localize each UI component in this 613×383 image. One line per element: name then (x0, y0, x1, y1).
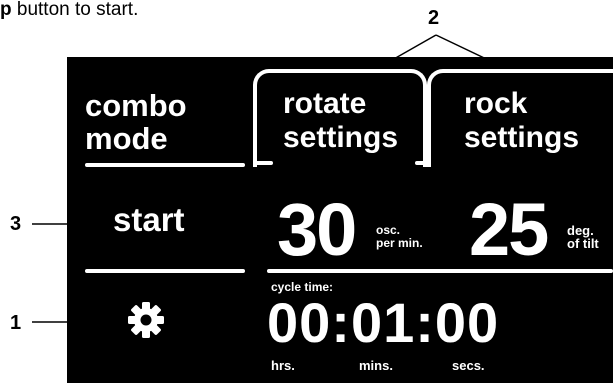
caption-bold: p (0, 0, 12, 20)
hrs-label: hrs. (271, 358, 295, 373)
caption-rest: button to start. (11, 0, 139, 20)
callout-3: 3 (10, 213, 22, 235)
rotate-tab-base (253, 161, 273, 165)
start-label: start (113, 201, 185, 238)
rotate-unit-line2: per min. (376, 236, 423, 250)
settings-button[interactable] (127, 301, 165, 339)
caption-text: p button to start. (0, 0, 138, 19)
cycle-time-value[interactable]: 00:01:00 (267, 295, 499, 351)
combo-mode-line1: combo (85, 88, 187, 123)
rotate-settings-line1: rotate (283, 87, 367, 120)
rotate-unit-line1: osc. (376, 223, 401, 237)
gear-icon (128, 302, 164, 338)
mins-label: mins. (359, 358, 393, 373)
values-divider (267, 269, 613, 273)
tabs-joint (415, 161, 431, 165)
secs-label: secs. (452, 358, 485, 373)
rock-unit-line2: of tilt (567, 236, 599, 251)
callout-2: 2 (428, 7, 440, 29)
combo-mode-line2: mode (85, 121, 168, 156)
rotate-settings-line2: settings (283, 121, 399, 154)
rock-value[interactable]: 25 (469, 193, 549, 267)
start-divider (85, 269, 245, 273)
device-screen: combo mode rotate settings rock settings… (67, 57, 613, 383)
rock-settings-line2: settings (464, 121, 580, 154)
rotate-value[interactable]: 30 (277, 193, 357, 267)
combo-mode-underline (85, 163, 245, 167)
rock-settings-line1: rock (464, 87, 528, 120)
callout-1: 1 (10, 312, 22, 334)
